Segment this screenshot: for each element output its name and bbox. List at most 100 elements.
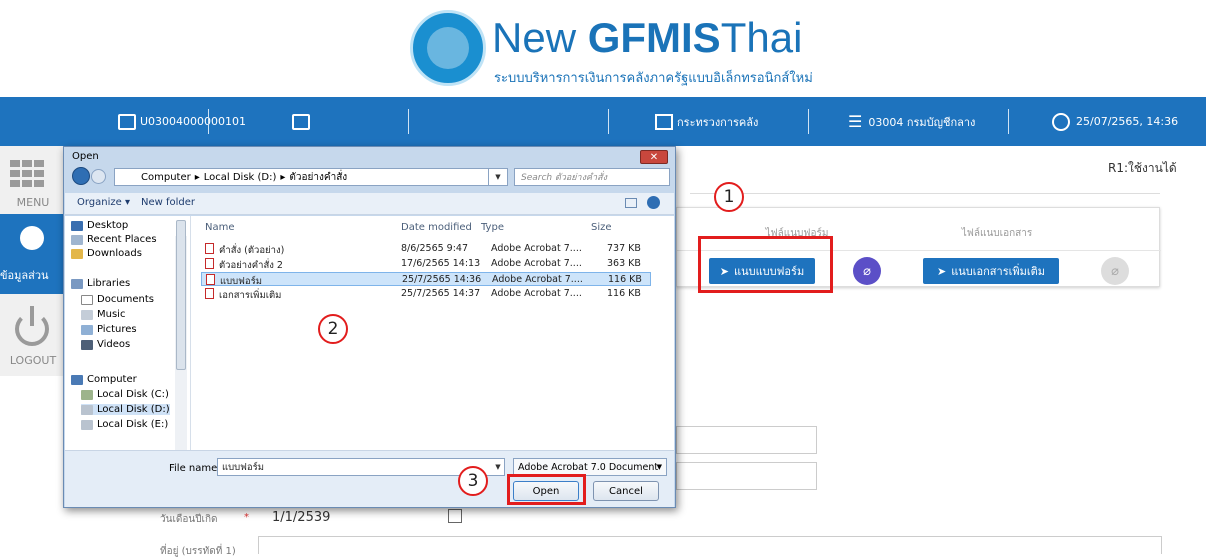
paperclip-icon[interactable]: ⌀ bbox=[853, 257, 881, 285]
tree-item-videos[interactable]: Videos bbox=[81, 339, 130, 350]
pdf-icon bbox=[205, 243, 214, 254]
text-field[interactable] bbox=[676, 462, 817, 490]
tree-item-documents[interactable]: Documents bbox=[81, 294, 154, 305]
column-date[interactable]: Date modified bbox=[401, 222, 472, 233]
text-field[interactable] bbox=[676, 426, 817, 454]
tree-item-disk-c[interactable]: Local Disk (C:) bbox=[81, 389, 169, 400]
file-type: Adobe Acrobat 7.... bbox=[492, 274, 583, 285]
help-icon[interactable] bbox=[647, 196, 660, 209]
file-name: ตัวอย่างคำสั่ง 2 bbox=[219, 260, 283, 271]
close-icon[interactable]: ✕ bbox=[640, 150, 668, 164]
cancel-button[interactable]: Cancel bbox=[593, 481, 659, 501]
logout-label[interactable]: LOGOUT bbox=[0, 354, 66, 367]
column-type[interactable]: Type bbox=[481, 222, 504, 233]
tree-label: Local Disk (E:) bbox=[97, 419, 169, 430]
tree-label: Downloads bbox=[87, 248, 142, 259]
ministry-emblem-icon bbox=[410, 10, 486, 86]
tree-label: Desktop bbox=[87, 220, 129, 231]
menu-grid-icon[interactable] bbox=[10, 160, 54, 190]
divider bbox=[608, 109, 609, 134]
file-row-selected[interactable]: แบบฟอร์ม 25/7/2565 14:36 Adobe Acrobat 7… bbox=[201, 272, 651, 287]
datetime: 25/07/2565, 14:36 bbox=[1076, 115, 1179, 128]
file-date: 25/7/2565 14:36 bbox=[402, 274, 482, 285]
tree-item-recent[interactable]: Recent Places bbox=[71, 234, 157, 245]
filename-label: File name: bbox=[169, 463, 221, 474]
pdf-icon bbox=[206, 274, 215, 285]
annotation-step-1: 1 bbox=[714, 182, 744, 212]
libraries-icon bbox=[71, 278, 83, 289]
file-row[interactable]: ตัวอย่างคำสั่ง 2 17/6/2565 14:13 Adobe A… bbox=[201, 257, 651, 271]
file-size: 116 KB bbox=[608, 274, 642, 285]
address-label: ที่อยู่ (บรรทัดที่ 1) bbox=[160, 546, 236, 557]
annotation-step-3: 3 bbox=[458, 466, 488, 496]
user-icon bbox=[20, 226, 44, 250]
search-input[interactable]: Search ตัวอย่างคำสั่ง bbox=[514, 168, 670, 186]
divider bbox=[1008, 109, 1009, 134]
tree-label: Pictures bbox=[97, 324, 137, 335]
chevron-down-icon[interactable]: ▼ bbox=[488, 168, 508, 186]
file-date: 8/6/2565 9:47 bbox=[401, 243, 469, 254]
navigation-tree: Desktop Recent Places Downloads Librarie… bbox=[65, 216, 191, 456]
birthdate-label: วันเดือนปีเกิด bbox=[160, 514, 218, 525]
list-icon: ☰ bbox=[848, 112, 863, 131]
tree-label: Videos bbox=[97, 339, 131, 350]
user-info-tile[interactable]: ข้อมูลส่วน bbox=[0, 214, 66, 294]
ministry-item: กระทรวงการคลัง bbox=[655, 97, 758, 146]
computer-icon bbox=[71, 374, 83, 385]
column-size[interactable]: Size bbox=[591, 222, 612, 233]
chevron-down-icon: ▼ bbox=[656, 463, 662, 471]
tree-item-desktop[interactable]: Desktop bbox=[71, 220, 128, 231]
upload-docs-header: ไฟล์แนบเอกสาร bbox=[961, 228, 1033, 239]
tree-item-downloads[interactable]: Downloads bbox=[71, 248, 142, 259]
profile-item[interactable] bbox=[292, 97, 314, 146]
tree-item-disk-d[interactable]: Local Disk (D:) bbox=[81, 404, 170, 415]
logo-title: New GFMISThai bbox=[492, 14, 803, 61]
attach-docs-label: แนบเอกสารเพิ่มเติม bbox=[951, 265, 1046, 278]
tree-item-music[interactable]: Music bbox=[81, 309, 125, 320]
pictures-icon bbox=[81, 324, 93, 335]
documents-icon bbox=[81, 294, 93, 305]
file-row[interactable]: เอกสารเพิ่มเติม 25/7/2565 14:37 Adobe Ac… bbox=[201, 287, 651, 301]
file-size: 116 KB bbox=[607, 288, 641, 299]
user-card-icon bbox=[118, 113, 136, 130]
department-item: ☰ 03004 กรมบัญชีกลาง bbox=[848, 97, 975, 146]
chevron-down-icon[interactable]: ▼ bbox=[491, 458, 505, 476]
new-folder-button[interactable]: New folder bbox=[141, 197, 195, 208]
forward-icon[interactable] bbox=[91, 169, 106, 184]
tree-label: Local Disk (C:) bbox=[97, 389, 169, 400]
attach-docs-button[interactable]: ➤ แนบเอกสารเพิ่มเติม bbox=[923, 258, 1059, 284]
back-icon[interactable] bbox=[72, 167, 90, 185]
address-field[interactable] bbox=[258, 536, 1162, 554]
tree-item-pictures[interactable]: Pictures bbox=[81, 324, 137, 335]
user-id: U03004000000101 bbox=[140, 115, 247, 128]
menu-label[interactable]: MENU bbox=[0, 196, 66, 209]
tree-label: Documents bbox=[97, 294, 155, 305]
scrollbar-thumb[interactable] bbox=[176, 220, 186, 370]
organize-button[interactable]: Organize ▾ bbox=[77, 197, 130, 208]
tree-item-libraries[interactable]: Libraries bbox=[71, 278, 130, 289]
tree-label: Libraries bbox=[87, 278, 131, 289]
divider bbox=[690, 193, 1160, 194]
divider bbox=[408, 109, 409, 134]
preview-pane-icon[interactable] bbox=[625, 198, 637, 208]
datetime-item: 25/07/2565, 14:36 bbox=[1052, 97, 1178, 146]
file-type: Adobe Acrobat 7.... bbox=[491, 243, 582, 254]
address-bar[interactable]: Computer ▸ Local Disk (D:) ▸ ตัวอย่างคำส… bbox=[114, 168, 494, 186]
power-icon-bar bbox=[30, 306, 34, 326]
tree-item-disk-e[interactable]: Local Disk (E:) bbox=[81, 419, 168, 430]
file-row[interactable]: คำสั่ง (ตัวอย่าง) 8/6/2565 9:47 Adobe Ac… bbox=[201, 242, 651, 256]
path-drive[interactable]: Local Disk (D:) bbox=[204, 172, 277, 183]
arrow-right-icon: ➤ bbox=[936, 264, 947, 278]
birthdate-value[interactable]: 1/1/2539 bbox=[272, 510, 330, 525]
file-name: เอกสารเพิ่มเติม bbox=[219, 290, 282, 301]
calendar-icon[interactable] bbox=[448, 509, 462, 523]
department-name: 03004 กรมบัญชีกลาง bbox=[868, 115, 976, 129]
tree-item-computer[interactable]: Computer bbox=[71, 374, 137, 385]
path-computer[interactable]: Computer bbox=[141, 172, 191, 183]
chevron-right-icon: ▸ bbox=[194, 171, 200, 183]
user-id-item: U03004000000101 bbox=[118, 97, 246, 146]
column-name[interactable]: Name bbox=[205, 222, 235, 233]
chevron-right-icon: ▸ bbox=[280, 171, 286, 183]
path-folder[interactable]: ตัวอย่างคำสั่ง bbox=[289, 170, 347, 185]
paperclip-disabled-icon: ⌀ bbox=[1101, 257, 1129, 285]
